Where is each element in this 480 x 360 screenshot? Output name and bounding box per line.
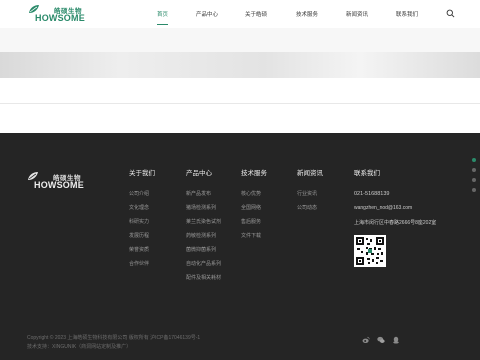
search-icon[interactable]	[446, 9, 455, 18]
slider-dot[interactable]	[472, 178, 476, 182]
banner-wave-band	[0, 52, 480, 78]
qq-icon[interactable]	[392, 336, 400, 344]
footer-link[interactable]: 售后服务	[241, 219, 267, 233]
slider-dot[interactable]	[472, 168, 476, 172]
slider-dot[interactable]	[472, 158, 476, 162]
wechat-icon[interactable]	[377, 336, 385, 344]
nav-item-products[interactable]: 产品中心	[196, 10, 218, 18]
site-header: 皓硕生物 HOWSOME 首页 产品中心 关于皓硕 技术服务 新闻资讯 联系我们	[0, 0, 480, 28]
footer-brand-name-en: HOWSOME	[34, 180, 84, 190]
contact-address: 上海市闵行区中春路2666号8座202室	[354, 220, 437, 226]
footer-logo[interactable]: 皓硕生物 HOWSOME	[27, 171, 87, 190]
banner-bottom-band	[0, 78, 480, 133]
nav-item-contact[interactable]: 联系我们	[396, 10, 418, 18]
footer-link[interactable]: 公司动态	[297, 205, 323, 219]
footer-link[interactable]: 合作伙伴	[129, 261, 155, 275]
slider-dots	[472, 158, 476, 198]
footer-link[interactable]: 文化理念	[129, 205, 155, 219]
nav-item-services[interactable]: 技术服务	[296, 10, 318, 18]
nav-item-news[interactable]: 新闻资讯	[346, 10, 368, 18]
footer-link[interactable]: 自动化产品系列	[186, 261, 221, 275]
contact-email[interactable]: wangzhen_nod@163.com	[354, 205, 436, 219]
banner-top-band	[0, 28, 480, 52]
hero-banner	[0, 28, 480, 133]
footer-link[interactable]: 科研实力	[129, 219, 155, 233]
footer-link[interactable]: 文件下载	[241, 233, 267, 247]
weibo-icon[interactable]	[362, 336, 370, 344]
footer-col-title: 关于我们	[129, 170, 155, 177]
footer-link[interactable]: 发展历程	[129, 233, 155, 247]
footer-col-title: 联系我们	[354, 170, 380, 177]
footer-col-title: 产品中心	[186, 170, 212, 177]
brand-name-en: HOWSOME	[35, 13, 85, 23]
copyright-line: Copyright © 2023 上海皓硕生物科技有限公司 版权所有 沪ICP备…	[27, 335, 201, 341]
qr-code-icon	[356, 237, 384, 265]
footer-link[interactable]: 菌微抑菌系列	[186, 247, 221, 261]
wechat-qr-code	[354, 235, 386, 267]
footer-link[interactable]: 公司介绍	[129, 191, 155, 205]
footer-col-news: 新闻资讯 行业资讯 公司动态	[297, 167, 323, 219]
footer-col-products: 产品中心 新产品发布 猪场检测系列 莱兰氏染色试剂 药敏检测系列 菌微抑菌系列 …	[186, 167, 221, 289]
footer-col-about: 关于我们 公司介绍 文化理念 科研实力 发展历程 荣誉资质 合作伙伴	[129, 167, 155, 275]
nav-item-about[interactable]: 关于皓硕	[245, 10, 267, 18]
footer-link[interactable]: 全国网络	[241, 205, 267, 219]
footer-link[interactable]: 猪场检测系列	[186, 205, 221, 219]
banner-divider	[0, 103, 480, 104]
footer-link[interactable]: 行业资讯	[297, 191, 323, 205]
footer-link[interactable]: 莱兰氏染色试剂	[186, 219, 221, 233]
slider-dot[interactable]	[472, 188, 476, 192]
footer-link[interactable]: 配件及相关耗材	[186, 275, 221, 289]
nav-active-underline	[157, 24, 168, 25]
tech-support-line[interactable]: 技术支持：XINGUNIK（商洞网站定制及推广）	[27, 343, 200, 352]
brand-logo[interactable]: 皓硕生物 HOWSOME	[28, 4, 90, 23]
footer-link[interactable]: 新产品发布	[186, 191, 221, 205]
footer-link[interactable]: 药敏检测系列	[186, 233, 221, 247]
site-footer: 皓硕生物 HOWSOME 关于我们 公司介绍 文化理念 科研实力 发展历程 荣誉…	[0, 133, 480, 360]
footer-link[interactable]: 核心优势	[241, 191, 267, 205]
footer-col-services: 技术服务 核心优势 全国网络 售后服务 文件下载	[241, 167, 267, 247]
contact-phone: 021-51688139	[354, 191, 390, 197]
footer-col-title: 技术服务	[241, 170, 267, 177]
footer-col-contact: 联系我们 021-51688139 wangzhen_nod@163.com 上…	[354, 167, 436, 267]
footer-link[interactable]: 荣誉资质	[129, 247, 155, 261]
nav-item-home[interactable]: 首页	[157, 10, 168, 18]
copyright: Copyright © 2023 上海皓硕生物科技有限公司 版权所有 沪ICP备…	[27, 334, 200, 352]
footer-col-title: 新闻资讯	[297, 170, 323, 177]
